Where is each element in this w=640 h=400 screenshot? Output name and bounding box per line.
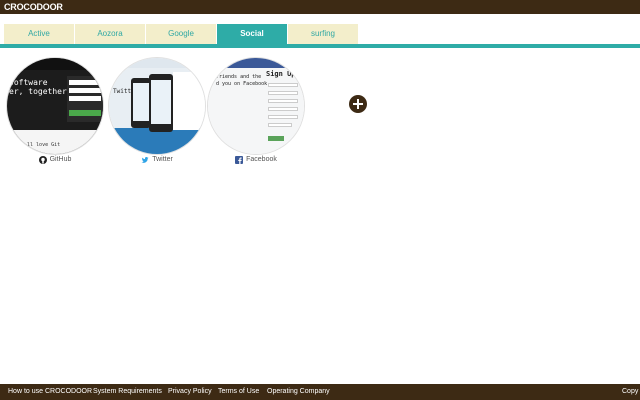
add-site-button[interactable] xyxy=(349,95,367,113)
tab-social[interactable]: Social xyxy=(217,24,287,44)
github-icon xyxy=(38,156,47,164)
tab-google[interactable]: Google xyxy=(146,24,216,44)
footer: How to use CROCODOOR System Requirements… xyxy=(0,384,640,400)
facebook-icon xyxy=(235,156,244,164)
tab-aozora[interactable]: Aozora xyxy=(75,24,145,44)
footer-link-operating-company[interactable]: Operating Company xyxy=(267,384,330,400)
copyright-text: Copy xyxy=(622,388,639,395)
app-title: CROCODOOR xyxy=(4,2,63,12)
footer-link-privacy-policy[interactable]: Privacy Policy xyxy=(168,384,212,400)
twitter-icon xyxy=(141,157,149,163)
tab-active[interactable]: Active xyxy=(4,24,74,44)
site-tile-facebook[interactable]: Sign Up friends and the d you on Faceboo… xyxy=(208,58,304,165)
app-title-bar: CROCODOOR xyxy=(0,0,640,14)
tab-bar: Active Aozora Google Social surfing xyxy=(4,24,359,44)
site-label[interactable]: Twitter xyxy=(109,155,205,165)
footer-link-how-to-use[interactable]: How to use CROCODOOR xyxy=(8,384,92,400)
footer-link-system-requirements[interactable]: System Requirements xyxy=(93,384,162,400)
site-label[interactable]: GitHub xyxy=(7,155,103,165)
site-thumbnail[interactable]: Sign Up friends and the d you on Faceboo… xyxy=(208,58,304,154)
tab-underline xyxy=(0,44,640,48)
site-thumbnail[interactable]: Twitter. xyxy=(109,58,205,154)
site-thumbnail[interactable]: software er, together. ' ll love Git xyxy=(7,58,103,154)
site-label[interactable]: Facebook xyxy=(208,155,304,165)
tab-surfing[interactable]: surfing xyxy=(288,24,358,44)
footer-link-terms-of-use[interactable]: Terms of Use xyxy=(218,384,259,400)
site-tile-twitter[interactable]: Twitter. Twitter xyxy=(109,58,205,165)
site-tile-github[interactable]: software er, together. ' ll love Git Git… xyxy=(7,58,103,165)
